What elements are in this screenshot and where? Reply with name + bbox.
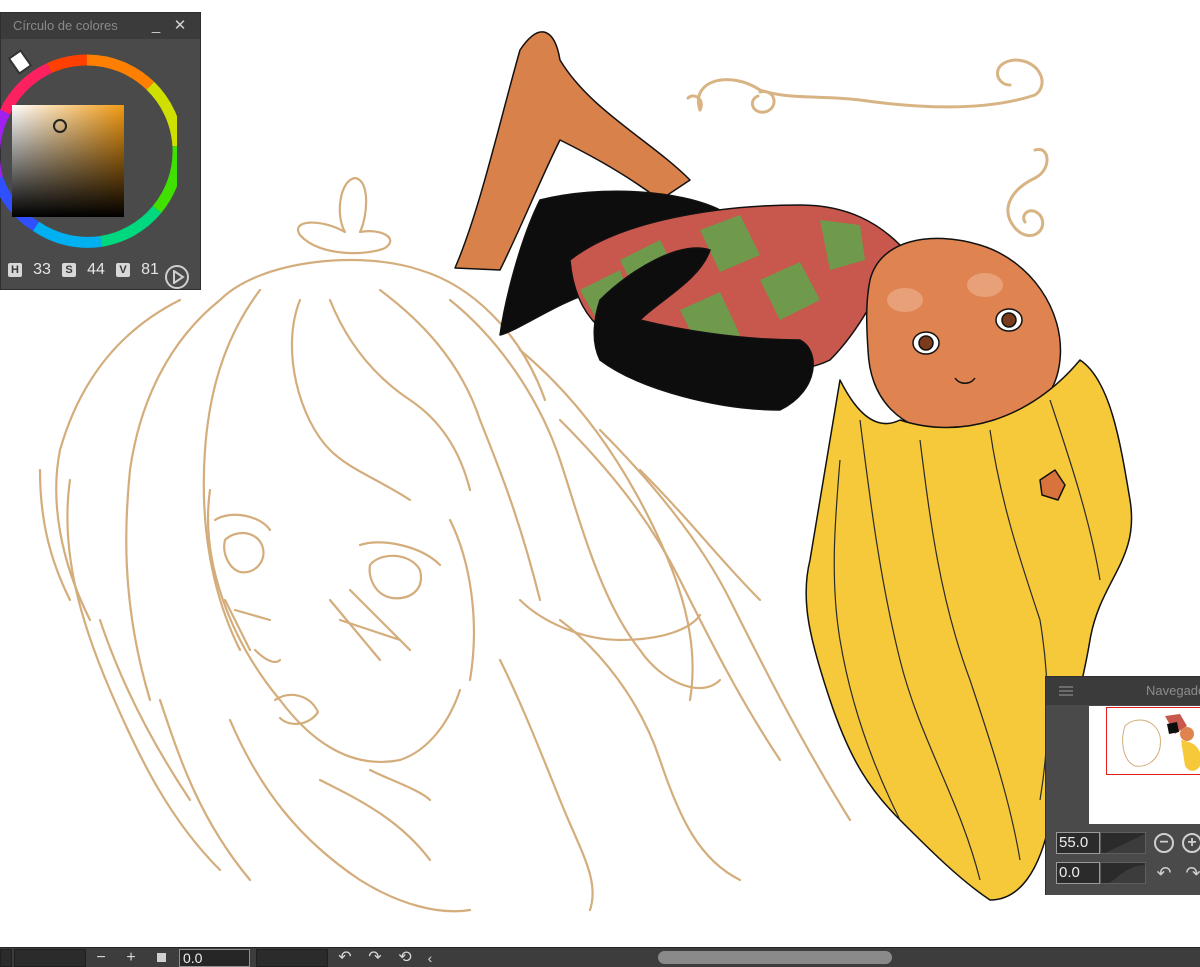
zoom-out-bottom-button[interactable]: − (91, 949, 111, 967)
zoom-in-button[interactable]: + (1182, 833, 1200, 853)
zoom-in-bottom-button[interactable]: + (121, 949, 141, 967)
value-field[interactable]: 0.0 (179, 949, 250, 967)
play-icon (173, 270, 185, 284)
collapse-icon[interactable]: ‹ (420, 949, 440, 967)
navigator-titlebar[interactable]: Navegador (1046, 677, 1200, 705)
navigator-title: Navegador (1146, 683, 1200, 698)
hsv-readout: H 33 S 44 V 81 (8, 259, 170, 281)
navigator-preview[interactable] (1089, 706, 1200, 824)
left-slider-stub[interactable] (0, 949, 12, 967)
v-value[interactable]: 81 (130, 261, 170, 279)
minimize-button[interactable]: _ (146, 13, 166, 39)
h-label: H (8, 263, 22, 277)
rotation-field[interactable]: 0.0 (1056, 862, 1100, 884)
color-circle-panel: Círculo de colores _ ✕ H 33 S 44 V 81 (0, 12, 201, 290)
navigator-view-frame[interactable] (1106, 707, 1200, 775)
zoom-slider-bottom[interactable] (14, 949, 86, 967)
hue-ring-indicator (7, 49, 33, 75)
hue-ring[interactable] (0, 41, 177, 261)
color-panel-title: Círculo de colores (13, 18, 118, 33)
zoom-slider[interactable] (1100, 832, 1146, 854)
v-label: V (116, 263, 130, 277)
rotation-slider-bottom[interactable] (256, 949, 328, 967)
rotation-slider[interactable] (1100, 862, 1146, 884)
zoom-out-button[interactable]: − (1154, 833, 1174, 853)
stop-icon[interactable] (157, 953, 166, 962)
s-label: S (62, 263, 76, 277)
rotation-row: 0.0 ↶ ↷ (1056, 860, 1200, 886)
zoom-field[interactable]: 55.0 (1056, 832, 1100, 854)
bottom-toolbar: − + 0.0 ↶ ↷ ⟲ ‹ (0, 947, 1200, 967)
rotate-left-icon[interactable]: ↶ (1153, 862, 1175, 884)
h-value[interactable]: 33 (22, 261, 62, 279)
s-value[interactable]: 44 (76, 261, 116, 279)
rotate-left-bottom-icon[interactable]: ↶ (334, 949, 356, 967)
color-mode-toggle-button[interactable] (165, 265, 189, 289)
zoom-row: 55.0 − + (1056, 830, 1200, 856)
rotate-right-icon[interactable]: ↷ (1182, 862, 1200, 884)
close-button[interactable]: ✕ (170, 13, 190, 39)
color-panel-titlebar[interactable]: Círculo de colores _ ✕ (1, 13, 200, 39)
reset-rotation-icon[interactable]: ⟲ (394, 949, 416, 967)
navigator-panel: Navegador 55.0 − + 0.0 ↶ ↷ (1045, 676, 1200, 895)
panel-menu-icon[interactable] (1059, 686, 1073, 696)
horizontal-scrollbar-thumb[interactable] (658, 951, 892, 964)
rotate-right-bottom-icon[interactable]: ↷ (364, 949, 386, 967)
